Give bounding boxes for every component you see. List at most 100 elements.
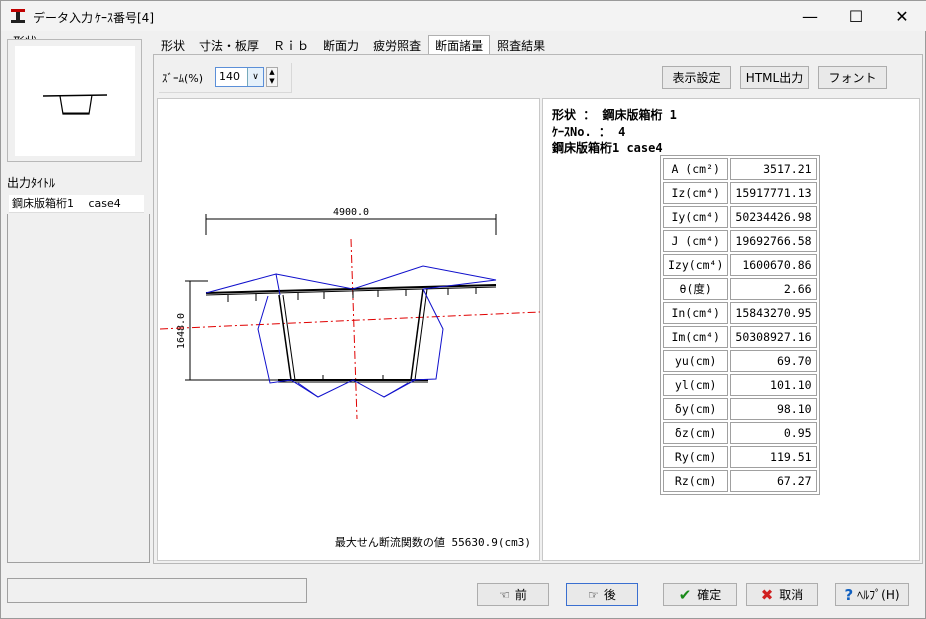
cancel-label: 取消	[779, 588, 804, 602]
next-button[interactable]: ☞ 後	[566, 583, 638, 606]
next-label: 後	[603, 588, 616, 602]
property-value: 15917771.13	[730, 182, 817, 204]
property-name: In(cm⁴)	[663, 302, 729, 324]
close-button[interactable]: ✕	[879, 1, 925, 31]
zoom-label: ｽﾞｰﾑ(%)	[162, 72, 204, 85]
tab-shape[interactable]: 形状	[154, 35, 193, 55]
property-value: 19692766.58	[730, 230, 817, 252]
tab-content: ｽﾞｰﾑ(%) 140 ∨ ▲ ▼ 表示設定 HTML出力 フォント 4900.0…	[153, 54, 923, 564]
ok-label: 確定	[697, 588, 722, 602]
shape-line: 形状 ： 鋼床版箱桁 1	[552, 108, 677, 122]
property-value: 0.95	[730, 422, 817, 444]
help-button[interactable]: ? ﾍﾙﾌﾟ(H)	[835, 583, 909, 606]
ok-button[interactable]: ✔ 確定	[663, 583, 737, 606]
property-name: θ(度)	[663, 278, 729, 300]
html-output-button[interactable]: HTML出力	[740, 66, 809, 89]
property-value: 3517.21	[730, 158, 817, 180]
table-row: Iy(cm⁴) 50234426.98	[663, 206, 817, 228]
property-value: 67.27	[730, 470, 817, 492]
name-line: 鋼床版箱桁1 case4	[552, 141, 663, 155]
property-name: yl(cm)	[663, 374, 729, 396]
maximize-button[interactable]: ☐	[833, 1, 879, 31]
table-row: Ry(cm) 119.51	[663, 446, 817, 468]
property-value: 119.51	[730, 446, 817, 468]
property-name: δz(cm)	[663, 422, 729, 444]
hand-left-icon: ☜	[499, 587, 510, 602]
property-name: Im(cm⁴)	[663, 326, 729, 348]
property-value: 98.10	[730, 398, 817, 420]
spin-down-icon[interactable]: ▼	[267, 77, 277, 86]
table-row: δz(cm) 0.95	[663, 422, 817, 444]
prev-button[interactable]: ☜ 前	[477, 583, 549, 606]
output-title-field[interactable]: 鋼床版箱桁1 case4	[9, 195, 144, 213]
tab-fatigue[interactable]: 疲労照査	[366, 35, 429, 55]
property-name: δy(cm)	[663, 398, 729, 420]
font-button[interactable]: フォント	[818, 66, 887, 89]
section-properties-panel: 形状 ： 鋼床版箱桁 1 ｹｰｽNo. ： 4 鋼床版箱桁1 case4 A (…	[542, 98, 920, 561]
cross-section-svg: 4900.0 1648.0	[159, 207, 541, 420]
table-row: yl(cm) 101.10	[663, 374, 817, 396]
zoom-value: 140	[219, 70, 240, 83]
tab-section-properties[interactable]: 断面諸量	[428, 35, 491, 55]
help-label: ﾍﾙﾌﾟ(H)	[857, 588, 900, 602]
tab-check-results[interactable]: 照査結果	[490, 35, 553, 55]
window-case-label: ｹｰｽ番号[4]	[95, 11, 154, 25]
check-icon: ✔	[678, 585, 692, 604]
property-value: 69.70	[730, 350, 817, 372]
table-row: In(cm⁴) 15843270.95	[663, 302, 817, 324]
tab-rib[interactable]: Ｒｉｂ	[266, 35, 317, 55]
shape-thumbnail	[42, 94, 108, 115]
tab-dimensions[interactable]: 寸法・板厚	[192, 35, 267, 55]
property-value: 1600670.86	[730, 254, 817, 276]
hand-right-icon: ☞	[588, 587, 599, 602]
maximize-icon: ☐	[848, 6, 864, 26]
table-row: yu(cm) 69.70	[663, 350, 817, 372]
max-shear-text: 最大せん断流関数の値 55630.9(cm3)	[334, 536, 531, 549]
zoom-spinner[interactable]: ▲ ▼	[266, 67, 278, 87]
property-name: Izy(cm⁴)	[663, 254, 729, 276]
property-value: 15843270.95	[730, 302, 817, 324]
spin-up-icon[interactable]: ▲	[267, 68, 277, 77]
window-title: データ入力	[33, 11, 94, 25]
minimize-icon: —	[802, 6, 818, 26]
table-row: Rz(cm) 67.27	[663, 470, 817, 492]
app-icon	[11, 9, 25, 23]
property-value: 101.10	[730, 374, 817, 396]
left-panel-area	[7, 214, 150, 563]
property-name: Rz(cm)	[663, 470, 729, 492]
display-settings-button[interactable]: 表示設定	[662, 66, 731, 89]
property-name: Iy(cm⁴)	[663, 206, 729, 228]
tab-bar: 形状 寸法・板厚 Ｒｉｂ 断面力 疲労照査 断面諸量 照査結果	[154, 35, 553, 55]
property-name: J (cm⁴)	[663, 230, 729, 252]
tab-section-force[interactable]: 断面力	[316, 35, 367, 55]
shape-preview	[7, 39, 142, 162]
prev-label: 前	[514, 588, 527, 602]
property-value: 50308927.16	[730, 326, 817, 348]
table-row: Im(cm⁴) 50308927.16	[663, 326, 817, 348]
property-value: 50234426.98	[730, 206, 817, 228]
close-icon: ✕	[895, 6, 909, 26]
property-name: Ry(cm)	[663, 446, 729, 468]
table-row: J (cm⁴) 19692766.58	[663, 230, 817, 252]
section-drawing: 4900.0 1648.0 最大せん断流関数の値 55630.9(cm3)	[157, 98, 541, 561]
minimize-button[interactable]: —	[787, 1, 833, 31]
property-value: 2.66	[730, 278, 817, 300]
case-line: ｹｰｽNo. ： 4	[552, 125, 626, 139]
properties-table: A (cm²) 3517.21 Iz(cm⁴) 15917771.13 Iy(cm⁴) 5…	[660, 155, 820, 495]
property-name: A (cm²)	[663, 158, 729, 180]
main-window: データ入力 ｹｰｽ番号[4] — ☐ ✕ 形状 出力ﾀｲﾄﾙ 鋼床版箱桁1 ca…	[0, 0, 926, 619]
table-row: θ(度) 2.66	[663, 278, 817, 300]
help-icon: ?	[844, 585, 854, 604]
width-dimension: 4900.0	[333, 207, 369, 218]
status-bar	[7, 578, 307, 603]
output-title-label: 出力ﾀｲﾄﾙ	[7, 176, 56, 190]
cancel-button[interactable]: ✖ 取消	[746, 583, 818, 606]
table-row: A (cm²) 3517.21	[663, 158, 817, 180]
cancel-x-icon: ✖	[760, 585, 774, 604]
zoom-select[interactable]: 140 ∨	[215, 67, 264, 87]
property-name: Iz(cm⁴)	[663, 182, 729, 204]
chevron-down-icon[interactable]: ∨	[247, 68, 263, 86]
title-bar: データ入力 ｹｰｽ番号[4] — ☐ ✕	[1, 1, 926, 31]
table-row: Iz(cm⁴) 15917771.13	[663, 182, 817, 204]
height-dimension: 1648.0	[176, 313, 187, 349]
